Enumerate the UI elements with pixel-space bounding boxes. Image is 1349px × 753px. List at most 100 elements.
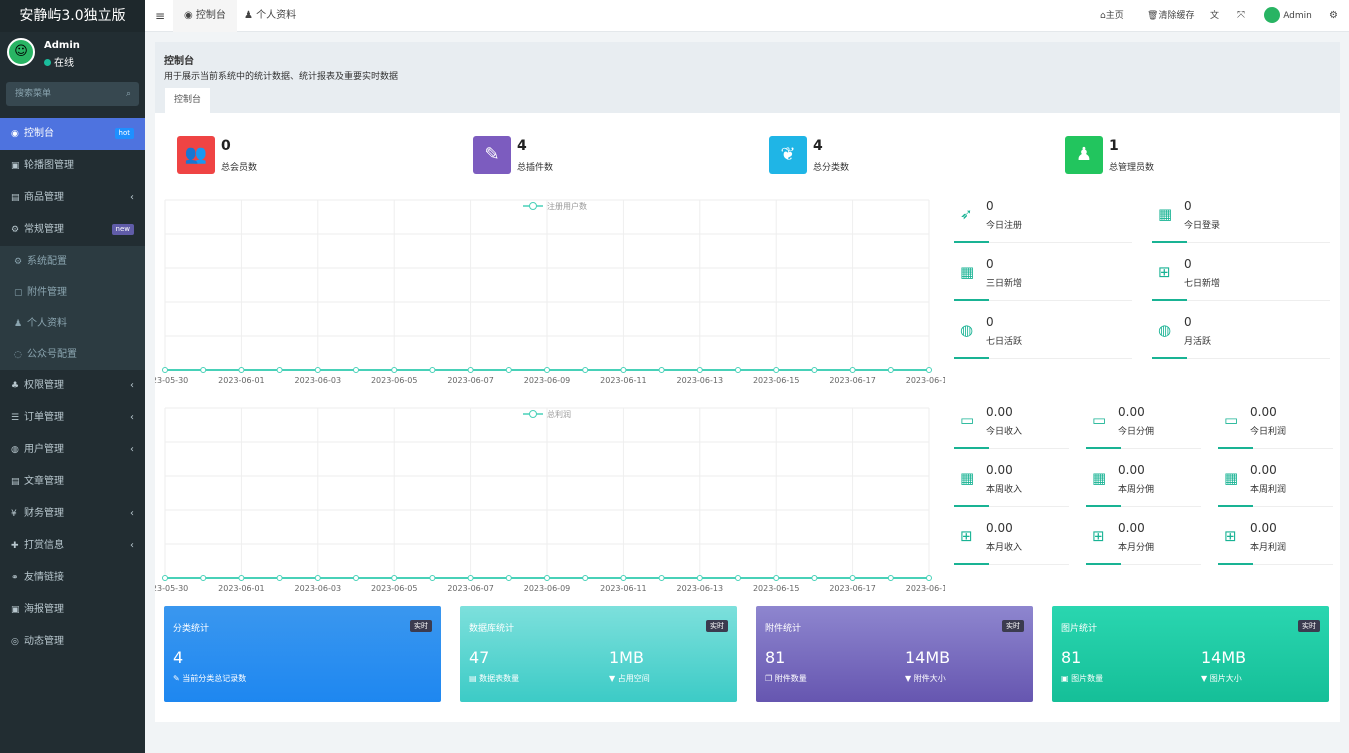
data-point[interactable]: [505, 575, 512, 581]
calendar-icon: ▦: [960, 469, 975, 487]
legend-label[interactable]: 总利润: [547, 409, 571, 419]
data-point[interactable]: [735, 367, 741, 373]
data-point[interactable]: [849, 367, 856, 373]
tab-profile[interactable]: ♟ 个人资料: [244, 0, 296, 32]
data-point[interactable]: [200, 575, 207, 581]
sidebar-item[interactable]: ◌ 公众号配置: [0, 339, 145, 370]
sidebar-item[interactable]: ◉ 控制台 hot: [0, 118, 145, 150]
link-icon: ⚭: [11, 573, 19, 583]
fullscreen-icon[interactable]: ⤧: [1237, 0, 1245, 32]
legend-marker: [529, 410, 537, 418]
stat-label: 本周利润: [1250, 485, 1287, 495]
sidebar-item[interactable]: ⚙ 系统配置: [0, 246, 145, 277]
hamburger-icon[interactable]: ≡: [155, 0, 165, 32]
data-point[interactable]: [811, 575, 818, 581]
data-point[interactable]: [696, 575, 703, 581]
search-input[interactable]: 搜索菜单 ⌕: [6, 82, 139, 106]
clear-cache-button[interactable]: 🗑清除缓存: [1147, 0, 1194, 32]
data-point[interactable]: [162, 367, 168, 373]
sidebar-item[interactable]: ▤ 文章管理: [0, 466, 145, 498]
chevron-left-icon: ‹: [130, 444, 134, 455]
legend-label[interactable]: 注册用户数: [547, 201, 587, 211]
data-point[interactable]: [429, 575, 436, 581]
user-icon: ♟: [244, 10, 257, 21]
data-point[interactable]: [391, 367, 398, 373]
data-point[interactable]: [582, 575, 589, 581]
data-point[interactable]: [773, 367, 780, 373]
data-point[interactable]: [276, 575, 283, 581]
x-tick-label: 2023-06-19: [906, 584, 945, 593]
data-point[interactable]: [620, 575, 627, 581]
data-point[interactable]: [276, 367, 283, 373]
stat-label: 本月分佣: [1118, 543, 1155, 553]
sidebar-item[interactable]: ¥ 财务管理 ‹: [0, 498, 145, 530]
calendar-icon: ▦: [1092, 469, 1107, 487]
data-point[interactable]: [544, 575, 550, 581]
sidebar-item[interactable]: ☰ 订单管理 ‹: [0, 402, 145, 434]
card-value: 4: [813, 138, 823, 154]
data-point[interactable]: [773, 575, 780, 581]
settings-icon[interactable]: ⚙: [1329, 0, 1338, 32]
sidebar-item[interactable]: ♟ 个人资料: [0, 308, 145, 339]
data-point[interactable]: [658, 575, 665, 581]
calendar-icon: ▦: [960, 263, 975, 281]
data-point[interactable]: [162, 575, 168, 581]
data-point[interactable]: [887, 575, 894, 581]
data-point[interactable]: [658, 367, 665, 373]
data-point[interactable]: [314, 575, 321, 581]
stat-item: ➶ 0 今日注册: [954, 199, 1132, 243]
sidebar-item[interactable]: ◎ 动态管理: [0, 626, 145, 658]
data-point[interactable]: [544, 367, 550, 373]
data-point[interactable]: [926, 575, 932, 581]
data-point[interactable]: [582, 367, 589, 373]
sidebar-item[interactable]: ▢ 附件管理: [0, 277, 145, 308]
sidebar-item[interactable]: ✚ 打赏信息 ‹: [0, 530, 145, 562]
data-point[interactable]: [238, 575, 245, 581]
data-point[interactable]: [429, 367, 436, 373]
sidebar-item-label: 轮播图管理: [24, 160, 74, 171]
avatar: ☺: [7, 38, 35, 66]
home-link[interactable]: ⌂主页: [1100, 0, 1124, 32]
tab-dashboard-inner[interactable]: 控制台: [165, 88, 211, 113]
data-point[interactable]: [467, 575, 474, 581]
trash-icon: 🗑: [1147, 11, 1159, 21]
stat-panel: 附件统计 实时 81 ❐ 附件数量 14MB ▼ 附件大小: [756, 606, 1033, 702]
data-point[interactable]: [887, 367, 894, 373]
gamepad-icon: ◎: [11, 637, 19, 647]
page-title: 控制台: [164, 56, 194, 67]
underline: [954, 447, 989, 449]
data-point[interactable]: [467, 367, 474, 373]
data-point[interactable]: [811, 367, 818, 373]
panel-value: 81: [765, 648, 786, 667]
sidebar-item[interactable]: ♣ 权限管理 ‹: [0, 370, 145, 402]
data-point[interactable]: [696, 367, 703, 373]
panel-title: 分类统计: [173, 624, 210, 634]
data-point[interactable]: [314, 367, 321, 373]
data-point[interactable]: [353, 367, 359, 373]
users-icon: 👥: [177, 136, 215, 174]
data-point[interactable]: [735, 575, 741, 581]
sidebar-item[interactable]: ▣ 海报管理: [0, 594, 145, 626]
search-icon[interactable]: ⌕: [126, 82, 131, 106]
sidebar-item[interactable]: ◍ 用户管理 ‹: [0, 434, 145, 466]
page-description: 用于展示当前系统中的统计数据、统计报表及重要实时数据: [164, 72, 399, 82]
tab-dashboard[interactable]: ◉ 控制台: [173, 0, 237, 32]
data-point[interactable]: [849, 575, 856, 581]
sidebar-item[interactable]: ▤ 商品管理 ‹: [0, 182, 145, 214]
data-point[interactable]: [620, 367, 627, 373]
data-point[interactable]: [926, 367, 932, 373]
data-point[interactable]: [238, 367, 245, 373]
chevron-left-icon: ‹: [130, 508, 134, 519]
data-point[interactable]: [353, 575, 359, 581]
sidebar-item[interactable]: ⚙ 常规管理 new: [0, 214, 145, 246]
data-point[interactable]: [505, 367, 512, 373]
sidebar-item[interactable]: ⚭ 友情链接: [0, 562, 145, 594]
money-icon: ▭: [960, 411, 975, 429]
x-tick-label: 2023-06-09: [524, 376, 571, 385]
stat-item: ⊞ 0.00 本月收入: [954, 521, 1069, 565]
admin-menu[interactable]: Admin: [1264, 0, 1312, 32]
data-point[interactable]: [391, 575, 398, 581]
translate-icon[interactable]: 文: [1210, 0, 1219, 32]
data-point[interactable]: [200, 367, 207, 373]
sidebar-item[interactable]: ▣ 轮播图管理: [0, 150, 145, 182]
